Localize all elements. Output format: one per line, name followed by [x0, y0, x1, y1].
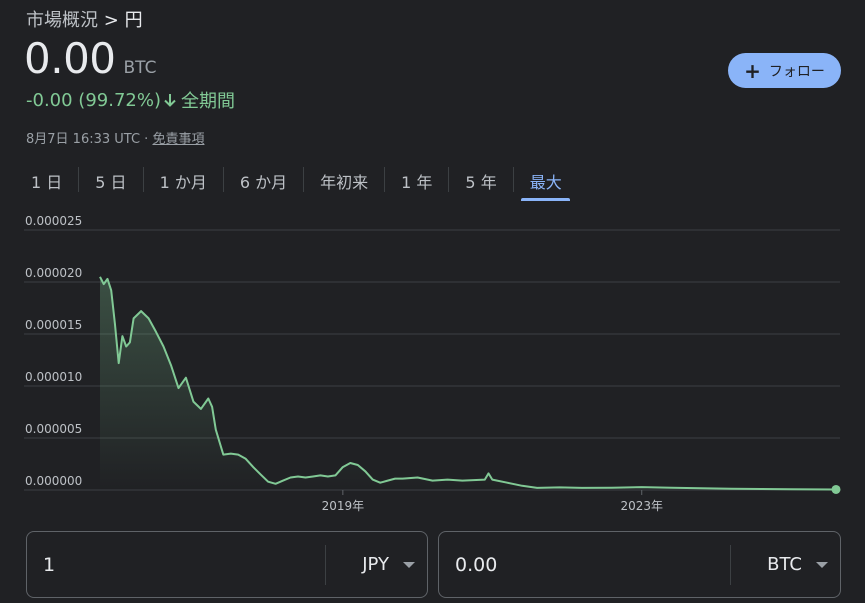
y-tick-label: 0.000005	[25, 422, 82, 436]
y-tick-label: 0.000020	[25, 266, 82, 280]
range-tab-max[interactable]: 最大	[512, 164, 578, 202]
range-tab-1m[interactable]: 1 か月	[142, 164, 223, 202]
arrow-down-icon	[164, 94, 176, 107]
breadcrumb: 市場概況 > 円	[26, 6, 143, 32]
range-label: 1 日	[31, 173, 63, 192]
follow-button[interactable]: + フォロー	[728, 53, 841, 88]
x-tick-label: 2019年	[322, 499, 365, 513]
from-amount-input[interactable]: 1	[27, 554, 325, 576]
y-tick-label: 0.000015	[25, 318, 82, 332]
range-tabs: 1 日 5 日 1 か月 6 か月 年初来 1 年 5 年 最大	[14, 164, 578, 201]
to-amount-input[interactable]: 0.00	[439, 554, 730, 576]
price-chart[interactable]: 0.000025 0.000020 0.000015 0.000010 0.000005…	[0, 210, 865, 520]
range-label: 1 か月	[159, 173, 207, 192]
timestamp: 8月7日 16:33 UTC ·	[26, 132, 153, 147]
to-currency-select[interactable]: BTC	[731, 554, 840, 575]
converter-from: 1 JPY	[26, 531, 428, 598]
current-price: 0.00	[24, 34, 116, 83]
range-tab-ytd[interactable]: 年初来	[303, 164, 384, 202]
breadcrumb-parent[interactable]: 市場概況	[26, 10, 98, 31]
from-currency-label: JPY	[362, 554, 389, 575]
y-tick-label: 0.000010	[25, 370, 82, 384]
price-change: -0.00 (99.72%) 全期間	[26, 87, 235, 113]
breadcrumb-separator: >	[103, 10, 119, 31]
price-row: 0.00 BTC	[24, 34, 156, 83]
from-currency-select[interactable]: JPY	[326, 554, 427, 575]
range-label: 年初来	[320, 173, 369, 192]
range-tab-1y[interactable]: 1 年	[384, 164, 448, 202]
disclaimer-link[interactable]: 免責事項	[152, 132, 204, 147]
range-label: 1 年	[401, 173, 433, 192]
breadcrumb-current: 円	[124, 10, 143, 31]
to-currency-label: BTC	[767, 554, 802, 575]
range-tab-5y[interactable]: 5 年	[448, 164, 512, 202]
range-tab-5d[interactable]: 5 日	[78, 164, 142, 202]
chevron-down-icon	[816, 561, 828, 568]
range-label: 5 年	[465, 173, 497, 192]
quote-meta: 8月7日 16:33 UTC · 免責事項	[26, 128, 204, 147]
y-tick-label: 0.000000	[25, 474, 82, 488]
chevron-down-icon	[403, 561, 415, 568]
follow-label: フォロー	[768, 63, 825, 80]
range-tab-6m[interactable]: 6 か月	[222, 164, 303, 202]
range-label: 最大	[529, 173, 562, 192]
active-tab-indicator	[520, 198, 570, 201]
range-tab-1d[interactable]: 1 日	[14, 164, 78, 202]
range-label: 5 日	[95, 173, 127, 192]
converter-to: 0.00 BTC	[438, 531, 841, 598]
change-value: -0.00 (99.72%)	[26, 89, 161, 111]
x-tick-label: 2023年	[620, 499, 663, 513]
chart-area-fill	[100, 276, 836, 490]
price-unit: BTC	[123, 58, 157, 78]
plus-icon: +	[744, 58, 761, 83]
chart-end-point	[831, 484, 841, 494]
range-label: 6 か月	[239, 173, 288, 192]
change-period: 全期間	[180, 91, 235, 112]
y-tick-label: 0.000025	[25, 214, 82, 228]
